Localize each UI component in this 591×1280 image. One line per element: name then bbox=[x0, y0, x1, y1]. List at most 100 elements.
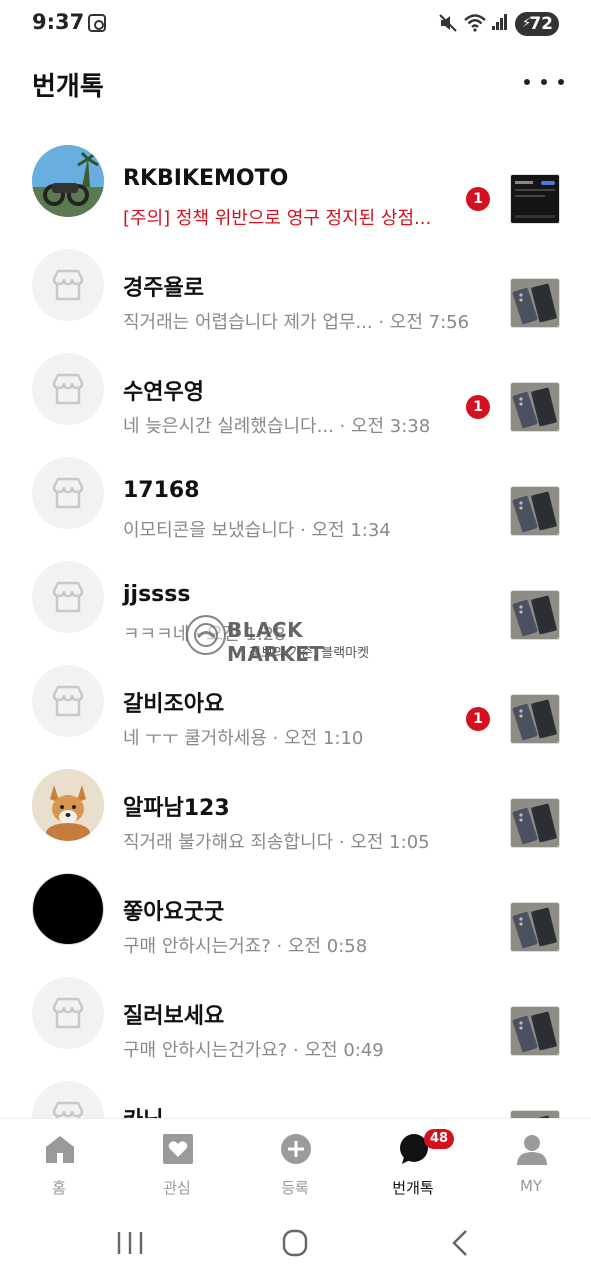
phone-product-image bbox=[511, 383, 559, 431]
status-time: 9:37 bbox=[32, 10, 85, 34]
chat-row[interactable]: RKBIKEMOTO [주의] 정책 위반으로 영구 정지된 상점... 1 bbox=[0, 130, 591, 234]
chat-count-badge: 48 bbox=[424, 1129, 454, 1149]
chat-preview: 네 ㅜㅜ 쿨거하세용 · 오전 1:10 bbox=[123, 724, 363, 750]
avatar-store bbox=[32, 977, 104, 1049]
plus-icon bbox=[281, 1134, 311, 1164]
wifi-icon bbox=[464, 14, 486, 32]
chat-row[interactable]: 알파남123 직거래 불가해요 죄송합니다 · 오전 1:05 bbox=[0, 754, 591, 858]
back-icon[interactable] bbox=[440, 1228, 480, 1258]
chat-preview: 구매 안하시는건가요? · 오전 0:49 bbox=[123, 1036, 384, 1062]
motorcycle-photo bbox=[32, 145, 104, 217]
app-header: 번개톡 bbox=[0, 52, 591, 112]
store-icon bbox=[52, 373, 84, 405]
recent-apps-icon[interactable] bbox=[110, 1228, 150, 1258]
more-options-button[interactable] bbox=[524, 70, 564, 94]
phone-product-image bbox=[511, 591, 559, 639]
dog-photo bbox=[32, 769, 104, 841]
phone-product-image bbox=[511, 903, 559, 951]
nav-favorites[interactable]: 관심 bbox=[118, 1119, 236, 1205]
chat-time: · 오전 1:34 bbox=[294, 520, 391, 541]
chat-message: 구매 안하시는거죠? bbox=[123, 936, 271, 957]
chat-name: 수연우영 bbox=[123, 380, 204, 405]
product-thumbnail bbox=[510, 174, 560, 224]
product-thumbnail bbox=[510, 694, 560, 744]
product-thumbnail bbox=[510, 590, 560, 640]
chat-row[interactable]: 카닌 bbox=[0, 1066, 591, 1118]
black-market-watermark: BLACK MARKET 정보의 기준, 블랙마켓 bbox=[185, 614, 405, 666]
nav-home[interactable]: 홈 bbox=[0, 1119, 118, 1205]
chat-message: 이모티콘을 보냈습니다 bbox=[123, 520, 295, 541]
person-icon bbox=[517, 1135, 547, 1165]
phone-product-image bbox=[511, 695, 559, 743]
store-icon bbox=[52, 581, 84, 613]
more-dot-icon bbox=[524, 79, 530, 85]
chat-name: 카닌 bbox=[123, 1102, 163, 1118]
avatar-dog-photo bbox=[32, 769, 104, 841]
avatar-store bbox=[32, 665, 104, 737]
unread-badge: 1 bbox=[466, 395, 490, 419]
phone-product-image bbox=[511, 487, 559, 535]
phone-product-image bbox=[511, 279, 559, 327]
home-button-icon[interactable] bbox=[275, 1228, 315, 1258]
chat-time: · 오전 0:49 bbox=[287, 1040, 384, 1061]
unread-badge: 1 bbox=[466, 707, 490, 731]
product-thumbnail bbox=[510, 798, 560, 848]
nav-my[interactable]: MY bbox=[472, 1119, 590, 1205]
chat-row[interactable]: 17168 이모티콘을 보냈습니다 · 오전 1:34 bbox=[0, 442, 591, 546]
nav-label: 홈 bbox=[52, 1179, 66, 1197]
phone-product-image bbox=[511, 799, 559, 847]
nav-label: 등록 bbox=[281, 1179, 309, 1197]
avatar-store bbox=[32, 457, 104, 529]
status-bar: 9:37 ⚡ 72 bbox=[0, 0, 591, 50]
chat-time: · 오전 1:10 bbox=[266, 728, 364, 749]
chat-name: 갈비조아요 bbox=[123, 692, 225, 717]
phone-product-image bbox=[511, 1007, 559, 1055]
product-thumbnail bbox=[510, 486, 560, 536]
chat-preview: 네 늦은시간 실례했습니다... · 오전 3:38 bbox=[123, 412, 430, 438]
chat-preview: 직거래 불가해요 죄송합니다 · 오전 1:05 bbox=[123, 828, 430, 854]
product-thumbnail bbox=[510, 902, 560, 952]
bottom-navigation: 홈 관심 등록 48 번개톡 MY bbox=[0, 1118, 591, 1204]
nav-label: MY bbox=[519, 1177, 543, 1195]
avatar-black bbox=[32, 873, 104, 945]
chat-preview: 이모티콘을 보냈습니다 · 오전 1:34 bbox=[123, 516, 391, 542]
chat-row[interactable]: 질러보세요 구매 안하시는건가요? · 오전 0:49 bbox=[0, 962, 591, 1066]
chat-name: RKBIKEMOTO bbox=[123, 166, 289, 191]
avatar-store bbox=[32, 249, 104, 321]
chat-time: · 오전 1:05 bbox=[333, 832, 430, 853]
mute-icon bbox=[439, 14, 457, 32]
product-thumbnail bbox=[510, 278, 560, 328]
chat-preview: 직거래는 어렵습니다 제가 업무... · 오전 7:56 bbox=[123, 308, 469, 334]
screenshot-icon bbox=[88, 14, 106, 32]
more-dot-icon bbox=[541, 79, 547, 85]
chat-name: 17168 bbox=[123, 478, 200, 503]
store-icon bbox=[52, 477, 84, 509]
store-icon bbox=[52, 1101, 84, 1118]
signal-icon bbox=[492, 14, 508, 30]
screenshot-thumbnail-image bbox=[511, 175, 559, 223]
chat-preview: 구매 안하시는거죠? · 오전 0:58 bbox=[123, 932, 367, 958]
chat-row[interactable]: 수연우영 네 늦은시간 실례했습니다... · 오전 3:38 1 bbox=[0, 338, 591, 442]
product-thumbnail bbox=[510, 1110, 560, 1118]
chat-time: · 오전 0:58 bbox=[270, 936, 368, 957]
nav-chat[interactable]: 48 번개톡 bbox=[354, 1119, 472, 1205]
chat-time: · 오전 3:38 bbox=[333, 416, 431, 437]
chat-message: ㅋㅋㅋ네 bbox=[123, 624, 190, 645]
charging-icon: ⚡ bbox=[522, 16, 532, 31]
chat-warning-preview: [주의] 정책 위반으로 영구 정지된 상점... bbox=[123, 208, 432, 229]
chat-row[interactable]: 경주욜로 직거래는 어렵습니다 제가 업무... · 오전 7:56 bbox=[0, 234, 591, 338]
nav-register[interactable]: 등록 bbox=[236, 1119, 354, 1205]
store-icon bbox=[52, 685, 84, 717]
battery-level: 72 bbox=[529, 14, 553, 34]
black-market-logo-icon bbox=[186, 615, 226, 655]
chat-row[interactable]: 쫗아요굿굿 구매 안하시는거죠? · 오전 0:58 bbox=[0, 858, 591, 962]
chat-message: 직거래 불가해요 죄송합니다 bbox=[123, 832, 334, 853]
chat-name: 경주욜로 bbox=[123, 276, 204, 301]
home-icon bbox=[46, 1136, 74, 1163]
unread-badge: 1 bbox=[466, 187, 490, 211]
watermark-subtitle: 정보의 기준, 블랙마켓 bbox=[249, 646, 370, 661]
system-navigation-bar bbox=[0, 1204, 591, 1280]
chat-message: 네 늦은시간 실례했습니다... bbox=[123, 416, 334, 437]
chat-message: 네 ㅜㅜ 쿨거하세용 bbox=[123, 728, 267, 749]
product-thumbnail bbox=[510, 1006, 560, 1056]
